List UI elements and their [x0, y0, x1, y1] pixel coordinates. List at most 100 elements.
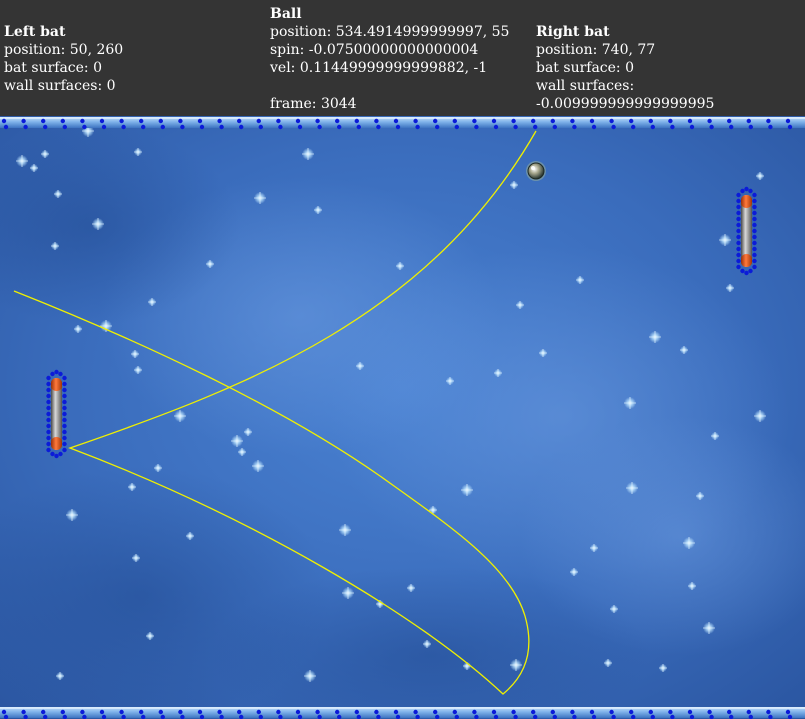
- wall-collision-point: [356, 124, 361, 130]
- wall-collision-point: [43, 124, 48, 130]
- star: [66, 509, 78, 521]
- wall-collision-point: [531, 709, 536, 715]
- bat-collision-point: [752, 192, 757, 198]
- bat-collision-point: [50, 371, 55, 377]
- star: [54, 190, 62, 198]
- star: [576, 276, 584, 284]
- wall-collision-point: [550, 709, 555, 715]
- wall-collision-point: [297, 124, 303, 130]
- right-bat-surface: bat surface: 0: [536, 60, 635, 76]
- star: [711, 432, 719, 440]
- wall-collision-point: [335, 118, 340, 124]
- wall-collision-point: [493, 714, 499, 719]
- wall-collision-point: [729, 124, 734, 130]
- wall-collision-point: [768, 714, 773, 719]
- bat-collision-point: [62, 441, 67, 447]
- left-bat[interactable]: [46, 369, 67, 459]
- bat-collision-point: [752, 240, 757, 246]
- bat-collision-point: [62, 399, 67, 405]
- wall-collision-point: [335, 709, 340, 715]
- bat-collision-point: [46, 399, 51, 405]
- wall-collision-point: [513, 124, 518, 130]
- wall-collision-point: [376, 714, 381, 719]
- wall-collision-point: [62, 124, 67, 130]
- wall-collision-point: [589, 118, 595, 124]
- wall-collision-point: [354, 709, 359, 715]
- left-bat-top-cap: [51, 378, 62, 391]
- star: [604, 659, 612, 667]
- bat-collision-point: [46, 429, 51, 435]
- star: [590, 544, 598, 552]
- bat-collision-point: [46, 435, 51, 441]
- wall-collision-point: [393, 118, 399, 124]
- wall-collision-point: [23, 124, 28, 130]
- bat-collision-point: [46, 441, 51, 447]
- wall-collision-point: [768, 124, 773, 130]
- wall-collision-point: [785, 118, 791, 124]
- wall-collision-point: [472, 118, 477, 124]
- bat-collision-point: [46, 417, 51, 423]
- bat-collision-point: [58, 371, 63, 377]
- bat-collision-point: [752, 204, 757, 210]
- bat-collision-point: [748, 188, 753, 194]
- wall-collision-point: [276, 118, 281, 124]
- bat-collision-point: [736, 252, 741, 258]
- wall-collision-point: [552, 124, 557, 130]
- game-arena[interactable]: [0, 116, 805, 719]
- wall-collision-point: [531, 118, 536, 124]
- left-bat-title: Left bat: [4, 24, 66, 40]
- wall-collision-point: [199, 714, 205, 719]
- wall-collision-point: [611, 124, 616, 130]
- wall-collision-point: [99, 118, 105, 124]
- star: [128, 483, 136, 491]
- star: [174, 410, 186, 422]
- bat-collision-point: [46, 411, 51, 417]
- wall-collision-point: [454, 714, 459, 719]
- star: [407, 584, 415, 592]
- wall-collision-point: [550, 118, 555, 124]
- wall-collision-point: [689, 124, 695, 130]
- wall-collision-point: [650, 714, 655, 719]
- wall-collision-point: [648, 709, 653, 715]
- bat-collision-point: [58, 451, 63, 457]
- wall-collision-point: [631, 124, 636, 130]
- wall-collision-point: [119, 118, 124, 124]
- star: [688, 582, 696, 590]
- star: [756, 172, 764, 180]
- star: [570, 568, 578, 576]
- star: [626, 482, 638, 494]
- star: [132, 554, 140, 562]
- wall-collision-point: [413, 118, 418, 124]
- wall-collision-point: [119, 709, 124, 715]
- bat-collision-point: [736, 192, 741, 198]
- bat-collision-point: [736, 228, 741, 234]
- bat-collision-point: [50, 451, 55, 457]
- bat-collision-point: [62, 405, 67, 411]
- wall-collision-point: [101, 714, 107, 719]
- wall-collision-point: [60, 118, 65, 124]
- wall-collision-point: [278, 714, 283, 719]
- wall-collision-point: [746, 709, 751, 715]
- wall-collision-point: [374, 118, 379, 124]
- wall-collision-point: [493, 124, 499, 130]
- wall-collision-point: [337, 124, 342, 130]
- wall-collision-point: [80, 709, 85, 715]
- wall-collision-point: [552, 714, 557, 719]
- right-bat[interactable]: [736, 186, 757, 276]
- bat-collision-point: [748, 268, 753, 274]
- wall-collision-point: [631, 714, 636, 719]
- wall-collision-point: [217, 118, 222, 124]
- wall-collision-point: [415, 124, 420, 130]
- star: [148, 298, 156, 306]
- star: [206, 260, 214, 268]
- star: [726, 284, 734, 292]
- wall-collision-point: [219, 714, 224, 719]
- wall-collision-point: [629, 118, 634, 124]
- star: [696, 492, 704, 500]
- star: [134, 148, 142, 156]
- star: [683, 537, 695, 549]
- bat-collision-point: [736, 258, 741, 264]
- wall-collision-point: [1, 709, 7, 715]
- wall-collision-point: [3, 714, 9, 719]
- wall-collision-point: [748, 124, 753, 130]
